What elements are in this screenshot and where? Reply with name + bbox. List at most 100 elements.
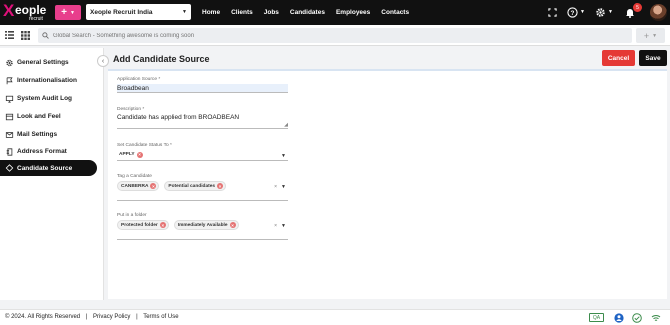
nav-clients[interactable]: Clients [231,9,253,16]
check-circle-icon[interactable] [632,313,642,323]
company-select[interactable]: Xeople Recruit India ▼ [86,4,191,20]
help-icon[interactable]: ? [567,7,578,18]
sidebar-item-system-audit-log[interactable]: System Audit Log [0,91,97,106]
plus-icon: + [643,30,650,41]
nav-contacts[interactable]: Contacts [381,9,409,16]
remove-chip-icon[interactable]: × [159,222,166,228]
monitor-icon [5,95,14,103]
chevron-down-icon: ▼ [281,184,286,190]
sidebar-item-label: System Audit Log [17,95,73,102]
folder-chip: Protected folder × [117,220,169,230]
user-circle-icon[interactable] [614,313,624,323]
source-icon [5,164,14,172]
tag-chip: CANBERRA × [117,181,160,191]
nav-employees[interactable]: Employees [336,9,370,16]
chevron-down-icon: ▼ [580,9,585,15]
sidebar-item-label: Mail Settings [17,131,58,138]
chevron-down-icon: ▼ [69,9,75,16]
terms-of-use-link[interactable]: Terms of Use [143,314,178,320]
fullscreen-icon[interactable] [548,8,557,17]
logo-sub: recruit [29,16,43,22]
clear-icon[interactable]: × [274,223,277,229]
tag-chip: Potential candidates × [164,181,227,191]
xeople-logo[interactable]: X eople recruit [3,2,51,23]
top-navbar: X eople recruit + ▼ Xeople Recruit India… [0,0,670,25]
description-field: Description * Candidate has applied from… [117,107,288,129]
description-value: Candidate has applied from BROADBEAN [117,114,240,121]
sidebar-collapse-button[interactable]: ‹ [97,55,109,67]
application-source-input[interactable]: Broadbean [117,84,288,93]
chip-label: CANBERRA [121,183,149,189]
field-label: Description * [117,107,145,112]
sidebar-item-mail-settings[interactable]: Mail Settings [0,127,97,142]
copyright-text: © 2024. All Rights Reserved [5,314,81,320]
chevron-down-icon: ▼ [281,223,286,229]
footer: © 2024. All Rights Reserved | Privacy Po… [0,309,670,325]
remove-chip-icon[interactable]: × [136,151,143,158]
settings-sidebar: General Settings Internationalisation Sy… [0,48,104,300]
tag-candidate-select[interactable]: CANBERRA × Potential candidates × × ▼ [117,181,288,201]
chip-label: APPLY [119,152,135,157]
field-label: Set Candidate Status To * [117,143,172,148]
svg-text:?: ? [571,10,575,17]
gear-icon[interactable] [595,7,606,18]
chevron-down-icon: ▼ [652,32,658,39]
folder-chip: Immediately Available × [173,220,239,230]
main-nav: Home Clients Jobs Candidates Employees C… [202,0,420,25]
sidebar-item-candidate-source[interactable]: Candidate Source [0,160,97,176]
candidate-status-field: Set Candidate Status To * APPLY × ▼ [117,143,288,161]
nav-home[interactable]: Home [202,9,220,16]
folder-select[interactable]: Protected folder × Immediately Available… [117,220,288,240]
grid-view-icon[interactable] [21,31,30,40]
remove-chip-icon[interactable]: × [217,183,224,189]
privacy-policy-link[interactable]: Privacy Policy [93,314,130,320]
notification-badge: 5 [633,3,642,12]
list-view-icon[interactable] [5,31,14,39]
candidate-source-form: Application Source * Broadbean Descripti… [108,69,667,299]
field-label: Application Source * [117,77,161,82]
clear-icon[interactable]: × [274,184,277,190]
field-label: Put in a folder [117,213,147,218]
sidebar-item-general-settings[interactable]: General Settings [0,55,97,70]
footer-separator: | [85,314,88,320]
mail-icon [5,131,14,138]
candidate-status-select[interactable]: APPLY × ▼ [117,150,288,161]
paint-icon [5,113,14,120]
application-source-field: Application Source * Broadbean [117,77,288,93]
search-row: + ▼ [0,25,670,46]
quick-add-button[interactable]: + ▼ [55,5,81,20]
plus-icon: + [61,7,67,18]
cancel-button[interactable]: Cancel [602,50,635,66]
chip-label: Protected folder [121,222,158,228]
remove-chip-icon[interactable]: × [229,222,236,228]
footer-links: © 2024. All Rights Reserved | Privacy Po… [5,314,183,320]
user-avatar[interactable] [650,4,667,21]
sidebar-item-label: General Settings [17,59,69,66]
sidebar-item-label: Look and Feel [17,113,61,120]
sidebar-item-address-format[interactable]: Address Format [0,144,97,159]
wifi-icon [651,315,661,321]
field-label: Tag a Candidate [117,174,152,179]
sidebar-item-look-and-feel[interactable]: Look and Feel [0,109,97,124]
nav-jobs[interactable]: Jobs [264,9,279,16]
settings-icon [6,59,13,66]
company-select-value: Xeople Recruit India [90,8,153,16]
sidebar-item-label: Candidate Source [17,164,73,172]
global-search-input[interactable] [53,32,613,39]
global-search [38,28,632,43]
sidebar-item-internationalisation[interactable]: Internationalisation [0,73,97,88]
sidebar-item-label: Internationalisation [17,77,77,84]
save-button[interactable]: Save [639,50,667,66]
description-textarea[interactable]: Candidate has applied from BROADBEAN ◢ [117,114,288,129]
logo-x-mark: X [3,1,15,20]
resize-handle-icon[interactable]: ◢ [284,122,288,128]
remove-chip-icon[interactable]: × [150,183,157,189]
chip-label: Potential candidates [168,183,216,189]
status-chip: APPLY × [117,151,145,159]
logo-word: eople [15,3,47,17]
chip-label: Immediately Available [177,222,228,228]
chevron-down-icon: ▼ [281,153,286,159]
nav-candidates[interactable]: Candidates [290,9,325,16]
secondary-add-button[interactable]: + ▼ [636,28,665,43]
flag-icon [6,76,13,84]
